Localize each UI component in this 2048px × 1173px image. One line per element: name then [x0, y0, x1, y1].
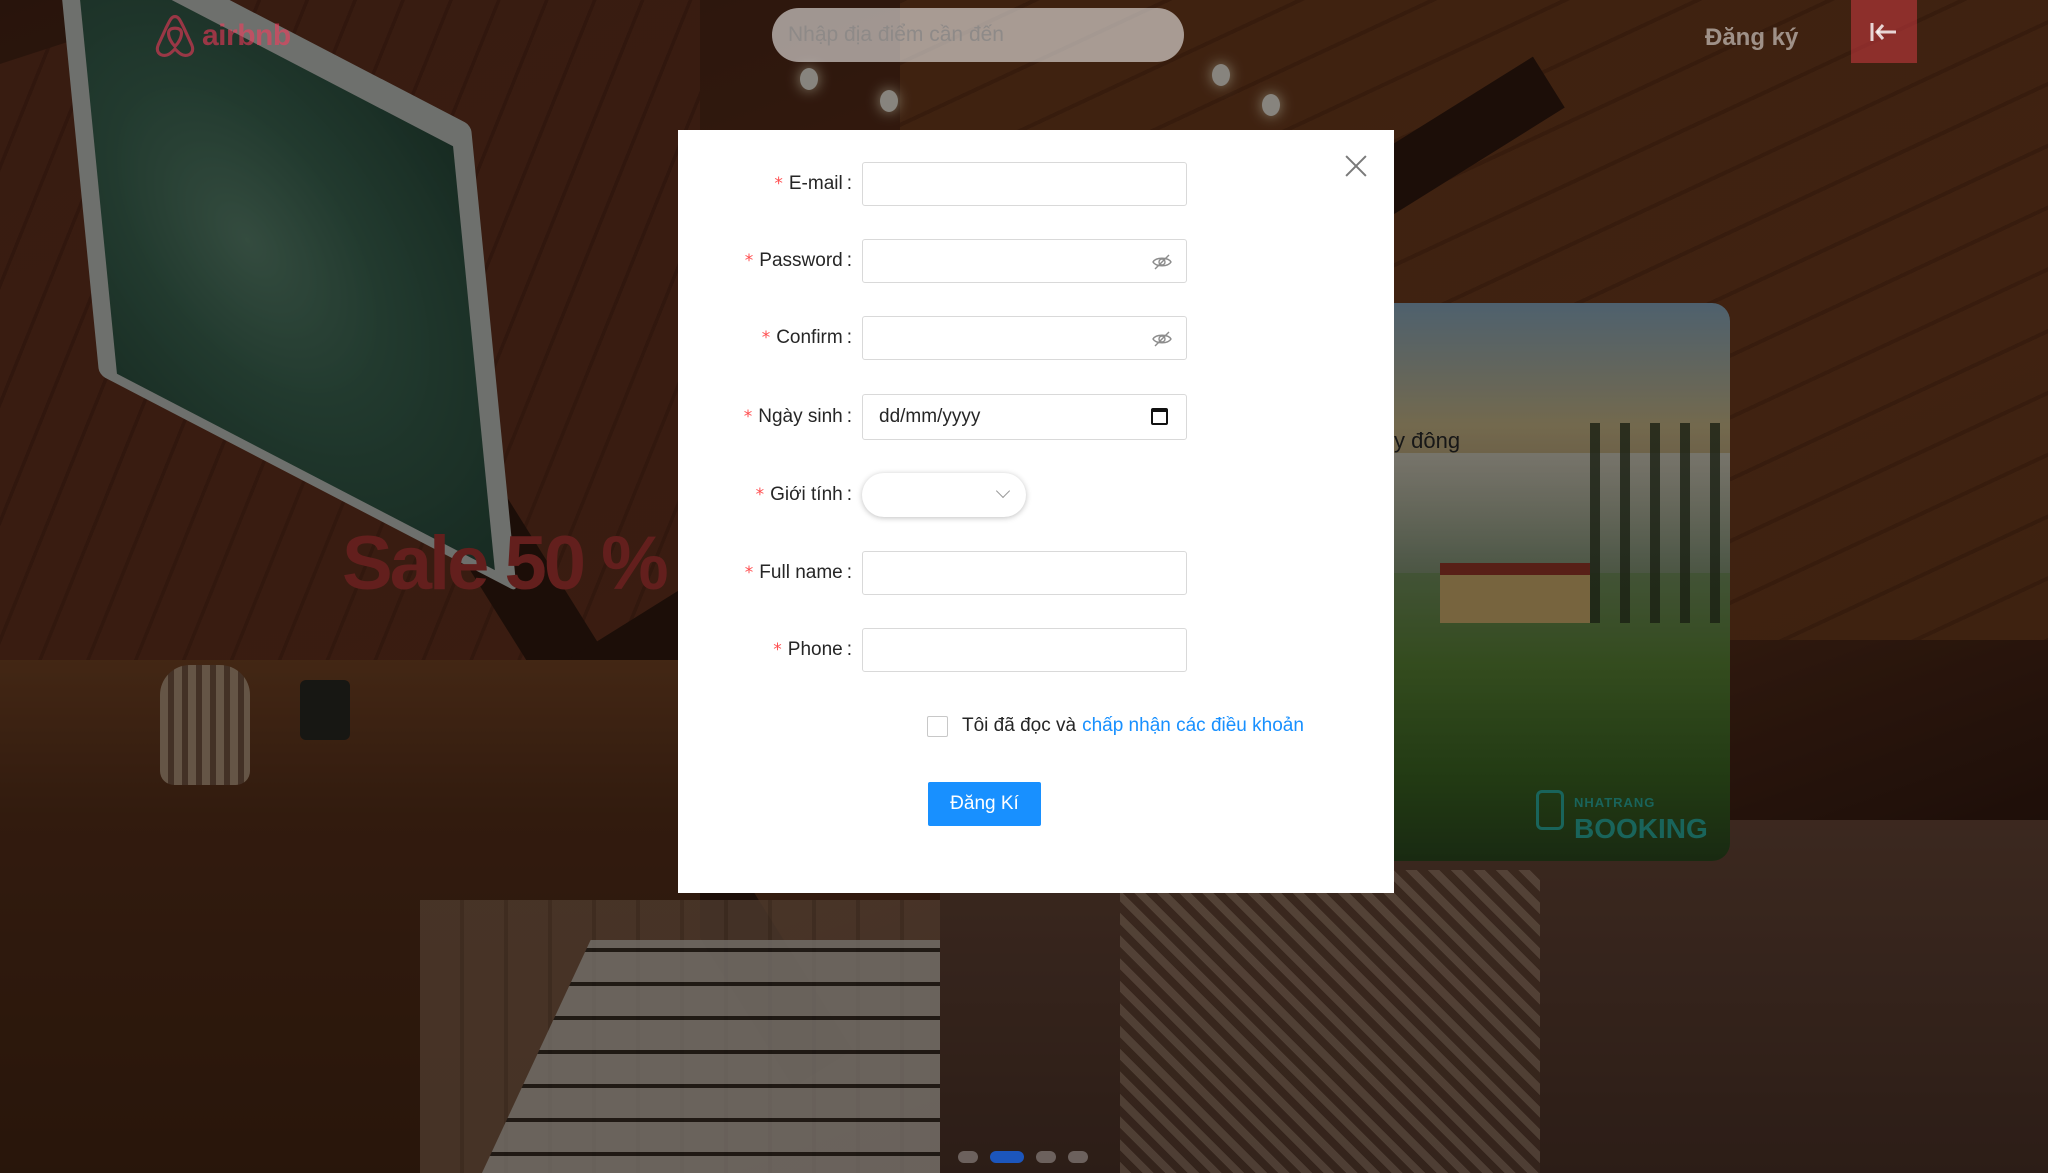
register-link[interactable]: Đăng ký — [1705, 24, 1798, 52]
password-label: * Password: — [744, 250, 852, 271]
agreement-checkbox[interactable] — [927, 715, 948, 737]
confirm-label: * Confirm: — [761, 327, 852, 348]
email-field[interactable] — [862, 162, 1187, 206]
fullname-field[interactable] — [862, 551, 1187, 595]
register-submit-button[interactable]: Đăng Kí — [928, 782, 1041, 826]
chevron-down-icon — [995, 483, 1011, 499]
search-input[interactable]: Nhập địa điểm cần đến — [772, 8, 1184, 62]
airbnb-icon — [155, 15, 195, 57]
phone-field[interactable] — [862, 628, 1187, 672]
form-row-birthday: * Ngày sinh: dd/mm/yyyy — [678, 394, 1187, 440]
carousel-dot[interactable] — [1068, 1151, 1088, 1163]
arrow-left-to-line-icon — [1870, 22, 1896, 41]
gender-select[interactable] — [862, 473, 1026, 517]
fullname-label: * Full name: — [744, 562, 852, 583]
form-row-fullname: * Full name: — [678, 551, 1187, 595]
birthday-date-field[interactable]: dd/mm/yyyy — [862, 394, 1187, 440]
carousel-dot-active[interactable] — [990, 1151, 1024, 1163]
calendar-icon[interactable] — [1151, 408, 1168, 425]
form-row-phone: * Phone: — [678, 628, 1187, 672]
eye-invisible-icon[interactable] — [1152, 252, 1172, 272]
gender-label: * Giới tính: — [755, 484, 852, 505]
phone-label: * Phone: — [773, 639, 852, 660]
carousel-dot[interactable] — [1036, 1151, 1056, 1163]
email-label: * E-mail: — [774, 173, 852, 194]
form-row-gender: * Giới tính: — [678, 473, 1026, 517]
date-value: dd/mm/yyyy — [879, 406, 981, 427]
agreement-text: Tôi đã đọc và — [962, 715, 1077, 736]
close-icon[interactable] — [1344, 154, 1368, 178]
form-row-password: * Password: — [678, 239, 1187, 283]
agreement-row: Tôi đã đọc và chấp nhận các điều khoản — [927, 715, 1304, 737]
register-modal: * E-mail: * Password: * Confirm: * Ngày sinh… — [678, 130, 1394, 893]
password-field[interactable] — [862, 239, 1187, 283]
form-row-email: * E-mail: — [678, 162, 1187, 206]
login-button[interactable] — [1851, 0, 1917, 63]
terms-link[interactable]: chấp nhận các điều khoản — [1082, 715, 1304, 737]
search-placeholder: Nhập địa điểm cần đến — [788, 23, 1004, 46]
form-row-confirm: * Confirm: — [678, 316, 1187, 360]
birthday-label: * Ngày sinh: — [743, 406, 852, 427]
logo-text: airbnb — [202, 19, 291, 52]
carousel-dot[interactable] — [958, 1151, 978, 1163]
confirm-password-field[interactable] — [862, 316, 1187, 360]
airbnb-logo[interactable]: airbnb — [154, 14, 291, 58]
eye-invisible-icon[interactable] — [1152, 329, 1172, 349]
carousel-dots — [958, 1151, 1088, 1163]
